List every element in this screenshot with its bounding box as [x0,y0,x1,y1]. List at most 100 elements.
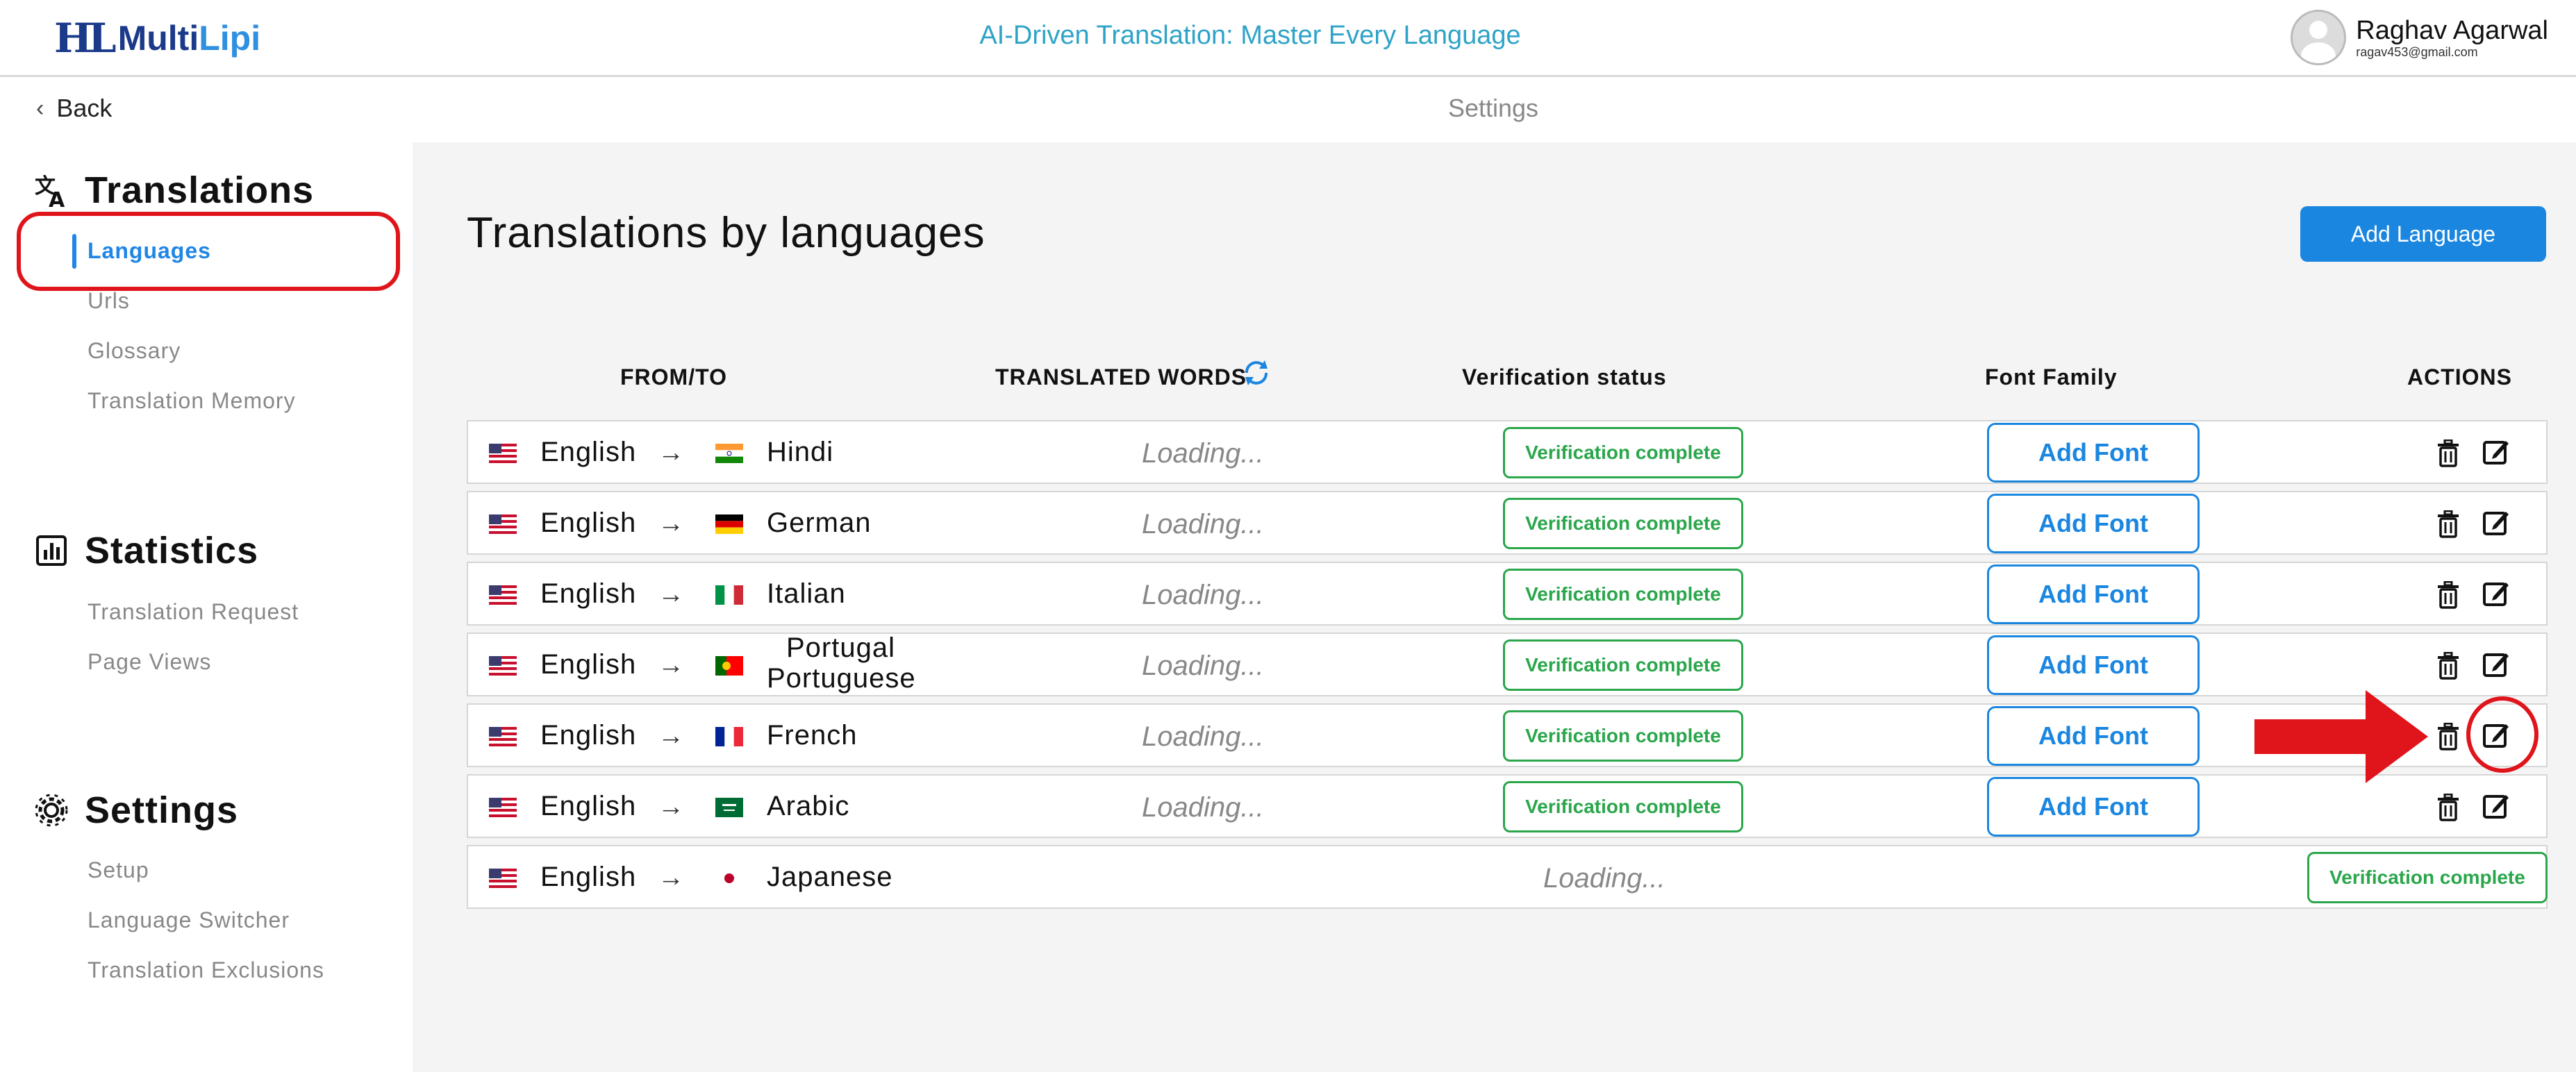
to-language: Hindi [767,437,834,467]
table-row: English → French Loading... Verification… [467,703,2548,767]
annotation-highlight-circle [17,212,400,291]
arrow-right-icon: → [658,721,684,751]
status-badge: Verification complete [1503,639,1743,691]
add-font-button[interactable]: Add Font [1987,564,2200,624]
status-badge: Verification complete [2307,852,2548,903]
status-badge: Verification complete [1503,498,1743,549]
table-row: English → German Loading... Verification… [467,491,2548,555]
us-flag-icon [489,514,517,534]
arrow-right-icon: → [658,863,684,892]
trash-icon[interactable] [2436,723,2460,751]
india-flag-icon [715,444,743,463]
settings-gear-icon [32,791,71,830]
translated-words-value: Loading... [1142,792,1264,823]
annotation-arrow-icon [2254,690,2428,783]
edit-icon[interactable] [2482,508,2510,537]
section-title: Translations [85,169,315,211]
main-content: Translations by languages Add Language F… [413,142,2576,1072]
to-language-line-2: Portuguese [767,663,916,694]
table-row: English → Japanese Loading... Verificati… [467,845,2548,909]
to-language-line-1: Portugal [786,633,895,663]
to-language: Japanese [767,862,893,892]
saudi-flag-icon [715,798,743,817]
avatar[interactable] [2291,10,2347,65]
sidebar-item-translation-memory[interactable]: Translation Memory [88,388,296,414]
to-language: Italian [767,578,846,609]
from-language: English [540,578,637,609]
japan-flag-icon [715,869,743,888]
user-email: ragav453@gmail.com [2356,44,2478,59]
sidebar-item-urls[interactable]: Urls [88,288,130,314]
add-font-button[interactable]: Add Font [1987,494,2200,553]
add-font-button[interactable]: Add Font [1987,777,2200,837]
column-header-translated-words: TRANSLATED WORDS [995,365,1247,390]
translated-words-value: Loading... [1142,721,1264,752]
status-badge: Verification complete [1503,781,1743,832]
sidebar-item-setup[interactable]: Setup [88,857,149,883]
to-language: German [767,508,872,538]
portugal-flag-icon [715,656,743,676]
to-language: French [767,720,858,751]
add-font-button[interactable]: Add Font [1987,635,2200,695]
translated-words-value: Loading... [1142,580,1264,610]
us-flag-icon [489,656,517,676]
add-font-button[interactable]: Add Font [1987,423,2200,483]
sidebar-item-language-switcher[interactable]: Language Switcher [88,907,290,933]
table-row: English → Italian Loading... Verificatio… [467,562,2548,626]
edit-icon[interactable] [2482,578,2510,608]
arrow-right-icon: → [658,651,684,680]
add-language-button[interactable]: Add Language [2300,206,2546,262]
trash-icon[interactable] [2436,439,2460,467]
edit-icon[interactable] [2482,437,2510,466]
sidebar-section-statistics: Statistics [32,529,258,572]
translated-words-value: Loading... [1543,863,1665,894]
status-badge: Verification complete [1503,710,1743,762]
sidebar-item-page-views[interactable]: Page Views [88,649,211,675]
trash-icon[interactable] [2436,794,2460,821]
top-header: HL Multi Lipi AI-Driven Translation: Mast… [0,0,2576,77]
sidebar-section-translations: 文 A Translations [32,169,314,212]
from-language: English [540,437,637,467]
status-badge: Verification complete [1503,427,1743,478]
arrow-right-icon: → [658,580,684,609]
column-header-from-to: FROM/TO [620,365,727,390]
us-flag-icon [489,444,517,463]
add-font-button[interactable]: Add Font [1987,706,2200,766]
bar-chart-icon [32,531,71,570]
annotation-circle [2466,696,2538,773]
column-header-font-family: Font Family [1985,365,2118,390]
edit-icon[interactable] [2482,649,2510,678]
sidebar-item-translation-exclusions[interactable]: Translation Exclusions [88,957,324,983]
trash-icon[interactable] [2436,510,2460,538]
trash-icon[interactable] [2436,652,2460,680]
page-title: Translations by languages [467,209,986,257]
us-flag-icon [489,798,517,817]
user-menu[interactable]: Raghav Agarwal ragav453@gmail.com [2291,10,2548,65]
trash-icon[interactable] [2436,581,2460,609]
from-language: English [540,720,637,751]
from-language: English [540,649,637,680]
sub-header: ‹ Back Settings [0,77,2576,142]
refresh-icon[interactable] [1241,358,1272,388]
from-language: English [540,862,637,892]
us-flag-icon [489,585,517,605]
germany-flag-icon [715,514,743,534]
sidebar-item-glossary[interactable]: Glossary [88,338,181,364]
italy-flag-icon [715,585,743,605]
status-badge: Verification complete [1503,569,1743,620]
sidebar-item-translation-request[interactable]: Translation Request [88,599,299,625]
arrow-right-icon: → [658,509,684,538]
column-header-verification-status: Verification status [1462,365,1667,390]
sidebar-section-settings: Settings [32,789,238,832]
edit-icon[interactable] [2482,791,2510,820]
translated-words-value: Loading... [1142,651,1264,681]
column-header-actions: ACTIONS [2407,365,2512,390]
from-language: English [540,508,637,538]
user-name: Raghav Agarwal [2356,15,2548,45]
france-flag-icon [715,727,743,746]
us-flag-icon [489,869,517,888]
translated-words-value: Loading... [1142,438,1264,469]
table-row: English → Portugal Portuguese Loading...… [467,633,2548,696]
translated-words-value: Loading... [1142,509,1264,539]
tagline: AI-Driven Translation: Master Every Lang… [979,21,1521,50]
